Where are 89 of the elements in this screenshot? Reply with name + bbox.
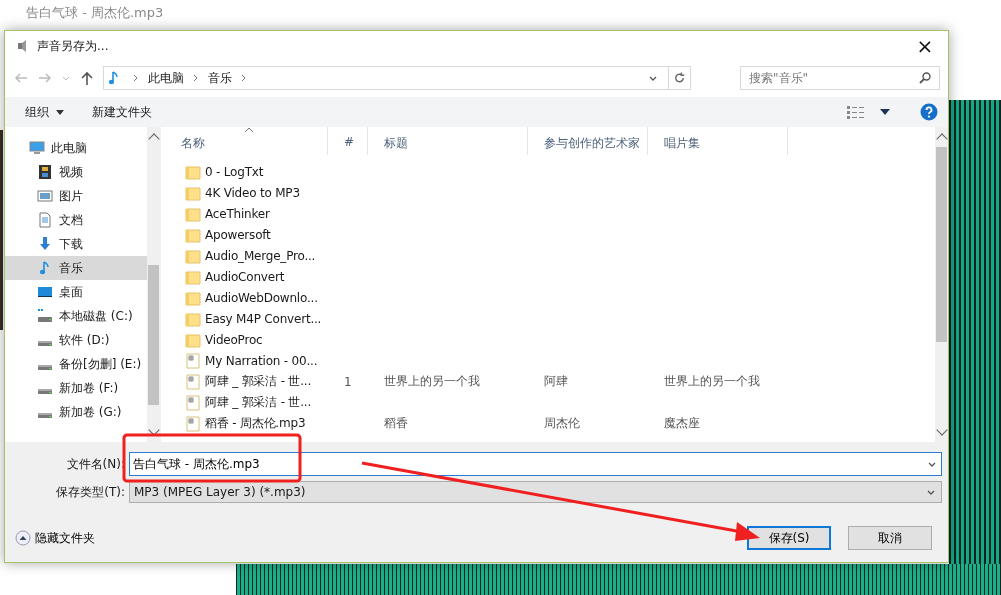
file-name[interactable]: AudioConvert — [205, 269, 285, 284]
column-header[interactable]: 参与创作的艺术家 — [528, 127, 648, 155]
breadcrumb[interactable]: 音乐 — [208, 69, 232, 87]
scrollbar[interactable] — [147, 127, 160, 442]
filename-field[interactable]: 告白气球 - 周杰伦.mp3 — [129, 452, 942, 476]
document-icon — [37, 212, 53, 228]
file-name[interactable]: 4K Video to MP3 — [205, 185, 300, 200]
sidebar-item[interactable]: 文档 — [5, 208, 147, 232]
drive-icon — [37, 388, 53, 394]
folder-icon — [185, 163, 201, 180]
address-bar[interactable]: 此电脑 音乐 — [103, 66, 691, 90]
picture-icon — [37, 188, 53, 204]
dialog-title: 声音另存为... — [37, 37, 109, 55]
drive-icon — [37, 308, 53, 324]
sidebar-item[interactable]: 图片 — [5, 184, 147, 208]
file-name[interactable]: AudioWebDownlo... — [205, 290, 318, 305]
download-arrow-icon — [37, 236, 53, 252]
audio-file-icon — [185, 415, 201, 432]
column-header[interactable]: 标题 — [368, 127, 528, 155]
computer-icon — [29, 140, 45, 156]
chevron-right-icon[interactable] — [241, 74, 247, 82]
folder-icon — [185, 247, 201, 264]
filename-label: 文件名(N): — [65, 455, 126, 473]
folder-icon — [185, 205, 201, 222]
sidebar-item[interactable]: 新加卷 (F:) — [5, 376, 147, 400]
sidebar-item[interactable]: 此电脑 — [5, 136, 147, 160]
view-options-icon[interactable] — [846, 104, 866, 120]
up-arrow-icon[interactable] — [79, 70, 95, 86]
search-icon — [918, 71, 932, 85]
caret-icon[interactable] — [56, 109, 64, 115]
folder-icon — [185, 310, 201, 327]
column-header[interactable]: 唱片集 — [648, 127, 788, 155]
folder-icon — [185, 289, 201, 306]
file-name[interactable]: 阿肆 _ 郭采洁 - 世... — [205, 394, 312, 411]
scrollbar[interactable] — [935, 127, 948, 442]
organize-menu[interactable]: 组织 — [23, 101, 51, 123]
column-header[interactable]: # — [328, 127, 368, 155]
close-button[interactable]: × — [908, 32, 942, 60]
column-header[interactable]: 名称 — [165, 127, 328, 155]
table-cell: 周杰伦 — [544, 415, 580, 432]
sidebar-item[interactable]: 本地磁盘 (C:) — [5, 304, 147, 328]
sidebar-item[interactable]: 备份[勿删] (E:) — [5, 352, 147, 376]
file-name[interactable]: My Narration - 00... — [205, 353, 318, 368]
table-cell: 魔杰座 — [664, 415, 700, 432]
file-type-dropdown[interactable]: MP3 (MPEG Layer 3) (*.mp3) — [129, 481, 942, 503]
chevron-right-icon[interactable] — [133, 74, 139, 82]
save-button[interactable]: 保存(S) — [747, 526, 831, 550]
file-name[interactable]: 稻香 - 周杰伦.mp3 — [205, 415, 306, 432]
search-field[interactable]: 搜索"音乐" — [740, 66, 940, 90]
sidebar-item[interactable]: 桌面 — [5, 280, 147, 304]
file-name[interactable]: VideoProc — [205, 332, 263, 347]
table-cell: 1 — [344, 374, 352, 389]
file-name[interactable]: AceThinker — [205, 206, 270, 221]
new-folder-button[interactable]: 新建文件夹 — [90, 101, 154, 123]
folder-icon — [185, 268, 201, 285]
app-title: 告白气球 - 周杰伦.mp3 — [26, 4, 164, 22]
film-icon — [37, 164, 53, 180]
caret-icon[interactable] — [880, 109, 890, 115]
help-icon[interactable] — [920, 103, 938, 121]
hide-folders-button[interactable]: 隐藏文件夹 — [15, 529, 95, 547]
collapse-up-icon — [15, 530, 31, 546]
drive-icon — [37, 412, 53, 418]
sidebar-item[interactable]: 软件 (D:) — [5, 328, 147, 352]
drive-icon — [37, 340, 53, 346]
table-cell: 稻香 — [384, 415, 408, 432]
cancel-button[interactable]: 取消 — [848, 526, 932, 550]
file-name[interactable]: Audio_Merge_Pro... — [205, 248, 316, 263]
desktop-icon — [37, 284, 53, 300]
table-cell: 世界上的另一个我 — [664, 373, 760, 390]
audio-file-icon — [185, 352, 201, 369]
table-cell: 阿肆 — [544, 373, 568, 390]
sidebar-item[interactable]: 新加卷 (G:) — [5, 400, 147, 424]
file-name[interactable]: Apowersoft — [205, 227, 271, 242]
sidebar-item[interactable]: 下载 — [5, 232, 147, 256]
audio-file-icon — [185, 394, 201, 411]
folder-icon — [185, 331, 201, 348]
drive-icon — [37, 364, 53, 370]
sidebar-item[interactable]: 视频 — [5, 160, 147, 184]
sidebar-item[interactable]: 音乐 — [5, 256, 147, 280]
breadcrumb[interactable]: 此电脑 — [148, 69, 184, 87]
file-name[interactable]: 阿肆 _ 郭采洁 - 世... — [205, 373, 312, 390]
audio-file-icon — [185, 373, 201, 390]
file-type-label: 保存类型(T): — [55, 483, 126, 501]
file-name[interactable]: 0 - LogTxt — [205, 164, 264, 179]
chevron-right-icon[interactable] — [193, 74, 199, 82]
folder-icon — [185, 226, 201, 243]
file-name[interactable]: Easy M4P Convert... — [205, 311, 322, 326]
table-cell: 世界上的另一个我 — [384, 373, 480, 390]
folder-icon — [185, 184, 201, 201]
